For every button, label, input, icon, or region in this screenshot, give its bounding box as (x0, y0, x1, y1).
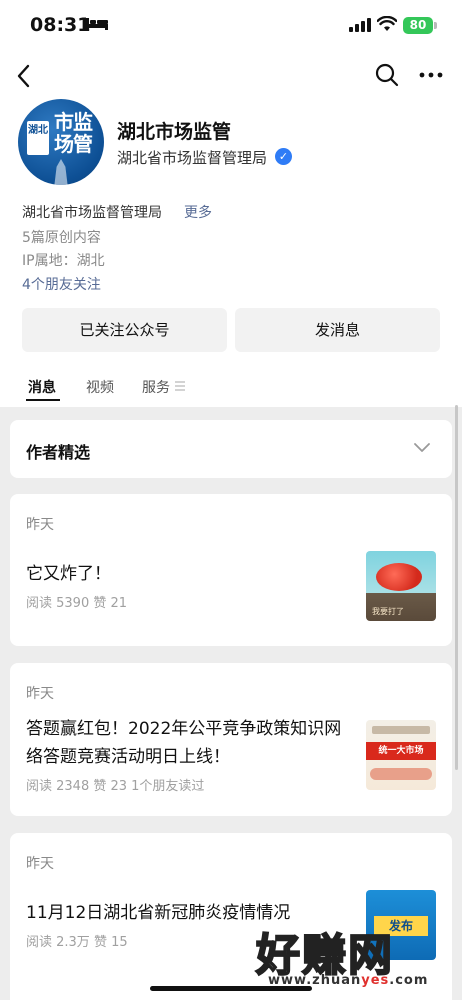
chevron-down-icon[interactable] (414, 442, 430, 454)
avatar-logo-line1: 市监 (54, 110, 93, 134)
active-tab-indicator (26, 399, 60, 401)
more-icon[interactable] (418, 62, 444, 88)
search-icon[interactable] (374, 62, 400, 88)
nav-bar (0, 56, 462, 96)
article-thumbnail[interactable]: 我要打了 (366, 551, 436, 621)
back-icon[interactable] (10, 60, 38, 92)
thumbnail-header (372, 726, 430, 734)
article-day: 昨天 (26, 517, 54, 533)
thumbnail-swoosh (370, 768, 432, 780)
article-stats: 阅读 5390 赞 21 (26, 596, 128, 611)
status-time: 08:31 (30, 14, 91, 36)
author-selection-title: 作者精选 (26, 443, 91, 462)
menu-icon[interactable] (175, 380, 185, 392)
account-name: 湖北市场监管 (117, 121, 232, 143)
description-more-link[interactable]: 更多 (184, 202, 212, 222)
article-card[interactable]: 昨天 答题赢红包！2022年公平竞争政策知识网络答题竞赛活动明日上线！ 阅读 2… (10, 663, 452, 816)
article-title[interactable]: 答题赢红包！2022年公平竞争政策知识网络答题竞赛活动明日上线！ (26, 715, 356, 771)
sleep-mode-icon (86, 18, 108, 30)
thumbnail-caption: 统一大市场 (366, 742, 436, 760)
watermark-url-c: .com (389, 973, 429, 988)
friends-following-link[interactable]: 4个朋友关注 (22, 274, 101, 294)
battery-level: 80 (403, 17, 433, 34)
home-indicator[interactable] (150, 986, 312, 991)
avatar-logo-line2: 场管 (54, 132, 93, 156)
thumbnail-caption: 我要打了 (372, 607, 404, 616)
tower-graphic (54, 159, 68, 185)
avatar-logo-text: 市监 场管 (54, 110, 93, 156)
status-bar: 08:31 80 (0, 0, 462, 50)
tab-services[interactable]: 服务 (142, 377, 170, 397)
tab-messages[interactable]: 消息 (28, 377, 56, 397)
article-title[interactable]: 它又炸了！ (26, 560, 356, 588)
ip-location: IP属地：湖北 (22, 253, 105, 269)
apple-graphic (376, 563, 422, 591)
author-selection-card[interactable]: 作者精选 (10, 420, 452, 478)
followed-button[interactable]: 已关注公众号 (22, 308, 227, 352)
avatar-logo-chip: 湖北 (27, 121, 49, 155)
scrollbar[interactable] (455, 405, 458, 770)
article-thumbnail[interactable]: 统一大市场 (366, 720, 436, 790)
article-stats: 阅读 2348 赞 23 1个朋友读过 (26, 779, 205, 794)
article-day: 昨天 (26, 856, 54, 872)
article-stats: 阅读 2.3万 赞 15 (26, 935, 128, 950)
original-count: 5篇原创内容 (22, 230, 101, 246)
avatar[interactable]: 湖北 市监 场管 (18, 99, 104, 185)
send-message-button[interactable]: 发消息 (235, 308, 440, 352)
account-org: 湖北省市场监督管理局 (117, 149, 268, 167)
article-card[interactable]: 昨天 它又炸了！ 阅读 5390 赞 21 我要打了 (10, 494, 452, 646)
verified-icon: ✓ (275, 148, 292, 165)
wifi-icon (377, 16, 397, 31)
battery-tip (434, 22, 437, 29)
cellular-signal-icon (349, 18, 371, 32)
article-day: 昨天 (26, 686, 54, 702)
account-description: 湖北省市场监督管理局 (22, 205, 162, 221)
profile-header: 08:31 80 湖北 市监 场管 湖北市场监管 湖北省市场监督管理局 ✓ 湖北… (0, 0, 462, 407)
tab-videos[interactable]: 视频 (86, 377, 114, 397)
watermark-url-b: yes (361, 973, 390, 988)
